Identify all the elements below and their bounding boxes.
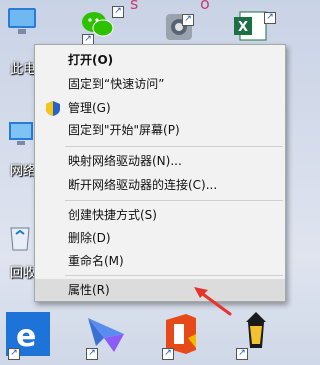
menu-item-disconnect-network-drive[interactable]: 断开网络驱动器的连接(C)...	[35, 174, 285, 196]
monitor-icon[interactable]	[6, 4, 38, 44]
svg-text:X: X	[238, 20, 248, 35]
menu-item-create-shortcut[interactable]: 创建快捷方式(S)	[35, 204, 285, 226]
shortcut-arrow-icon: ↗	[86, 348, 98, 360]
menu-item-manage-label: 管理(G)	[68, 101, 111, 115]
menu-item-properties[interactable]: 属性(R)	[35, 279, 285, 301]
shortcut-arrow-icon: ↗	[236, 348, 248, 360]
menu-item-pin-quick-access[interactable]: 固定到“快速访问”	[35, 73, 285, 95]
menu-item-manage[interactable]: 管理(G)	[35, 97, 285, 119]
menu-item-delete[interactable]: 删除(D)	[35, 227, 285, 249]
svg-text:s: s	[130, 0, 138, 11]
menu-item-map-network-drive[interactable]: 映射网络驱动器(N)...	[35, 150, 285, 172]
menu-item-pin-start[interactable]: 固定到"开始"屏幕(P)	[35, 119, 285, 141]
app-icon[interactable]	[160, 8, 200, 48]
menu-item-open[interactable]: 打开(O)	[35, 49, 285, 71]
desktop-label-this-pc[interactable]: 此电	[10, 58, 36, 77]
s-letter-icon: s	[128, 0, 146, 15]
menu-item-rename[interactable]: 重命名(M)	[35, 250, 285, 272]
menu-separator	[65, 275, 283, 276]
desktop-label-recycle-bin[interactable]: 回收	[10, 262, 36, 281]
menu-separator	[65, 146, 283, 147]
shortcut-arrow-icon: ↗	[264, 12, 276, 24]
svg-text:o: o	[200, 0, 210, 11]
desktop-label-network[interactable]: 网络	[10, 160, 36, 179]
shortcut-arrow-icon: ↗	[112, 6, 124, 18]
menu-separator	[65, 200, 283, 201]
network-icon[interactable]	[6, 118, 36, 154]
o-letter-icon: o	[198, 0, 216, 15]
shortcut-arrow-icon: ↗	[8, 348, 20, 360]
shortcut-arrow-icon: ↗	[162, 348, 174, 360]
annotation-arrow-icon	[190, 284, 234, 322]
recycle-bin-icon[interactable]	[6, 220, 34, 256]
shortcut-arrow-icon: ↗	[182, 14, 194, 26]
context-menu: 打开(O) 固定到“快速访问” 管理(G) 固定到"开始"屏幕(P) 映射网络驱…	[34, 44, 286, 302]
